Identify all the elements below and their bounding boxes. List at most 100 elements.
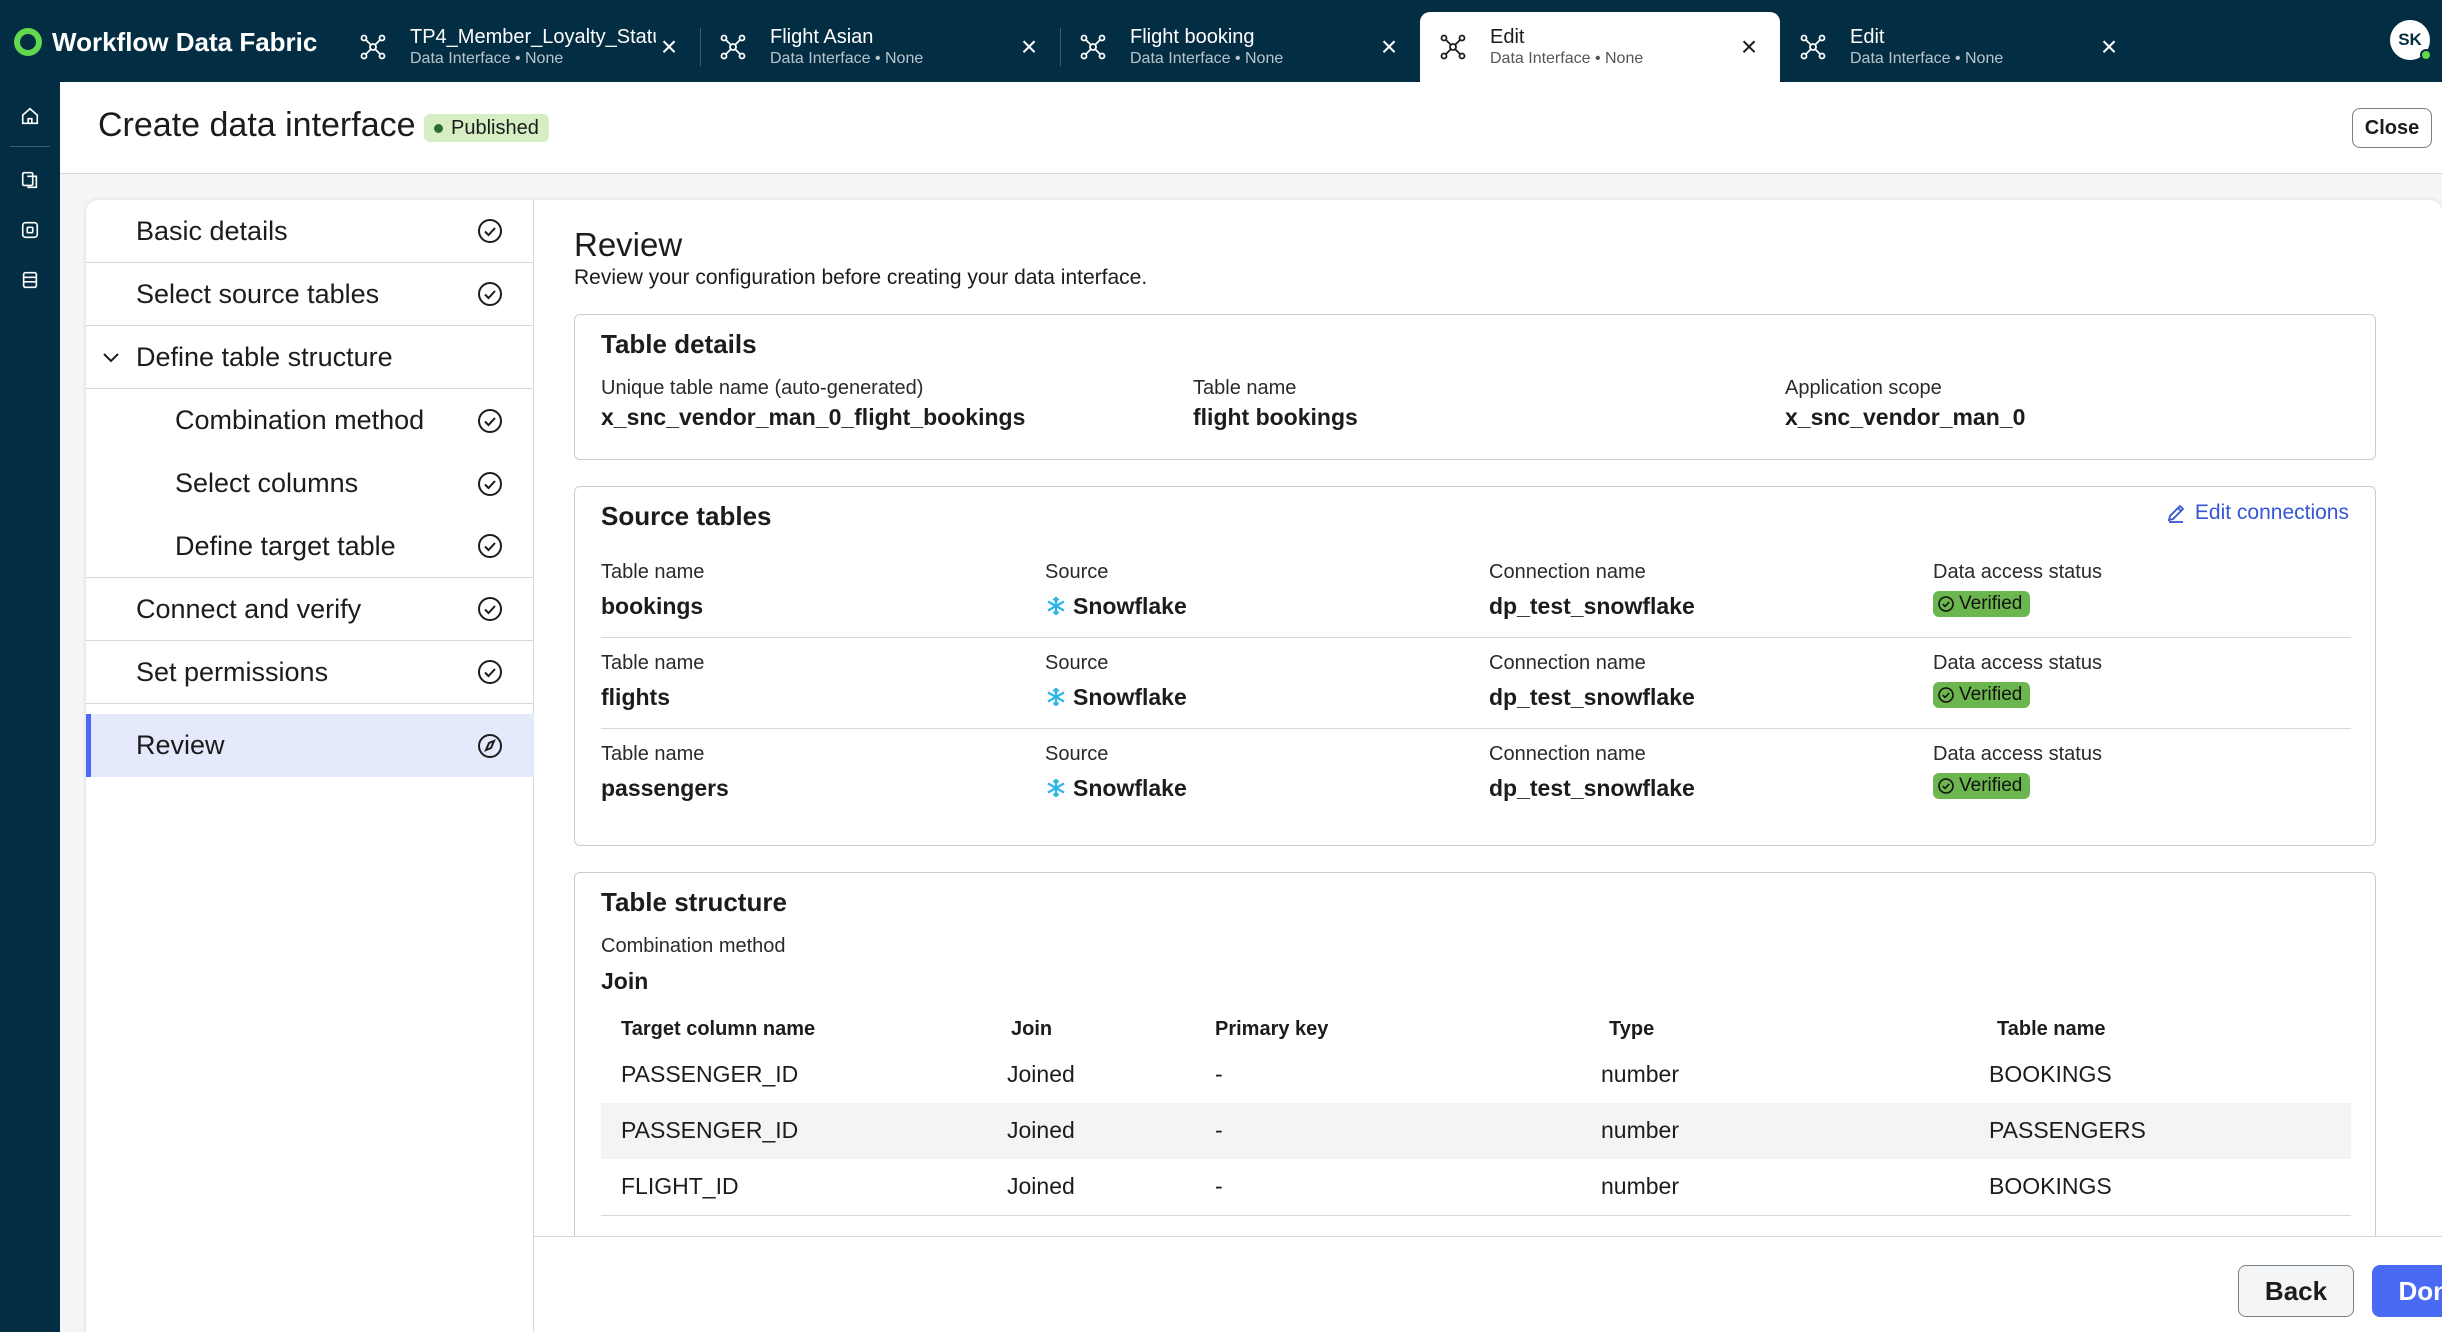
cell: FLIGHT_ID: [621, 1173, 739, 1199]
source-name: Snowflake: [1073, 684, 1187, 710]
done-button[interactable]: Done: [2372, 1265, 2442, 1317]
app-scope-value: x_snc_vendor_man_0: [1785, 404, 2026, 430]
back-button[interactable]: Back: [2238, 1265, 2354, 1317]
tab-subtitle: Data Interface • None: [1490, 50, 1644, 67]
status-badge: Published: [424, 114, 549, 142]
column-header[interactable]: Table name: [1997, 1018, 2106, 1041]
close-icon[interactable]: ×: [1016, 33, 1042, 61]
status-label: Data access status: [1933, 743, 2102, 765]
snowflake-icon: [1047, 688, 1065, 706]
tab-flight-asian[interactable]: Flight Asian Data Interface • None ×: [700, 12, 1060, 82]
avatar[interactable]: SK: [2390, 20, 2432, 61]
check-circle-icon: [1938, 687, 1954, 703]
step-select-columns[interactable]: Select columns: [86, 452, 534, 515]
brand[interactable]: Workflow Data Fabric: [14, 22, 317, 62]
review-title: Review: [574, 226, 683, 263]
cell: -: [1215, 1173, 1223, 1199]
source-value: Snowflake: [1045, 593, 1187, 620]
status-dot: [434, 123, 443, 133]
verified-badge: Verified: [1933, 682, 2031, 708]
source-value: Snowflake: [1045, 775, 1187, 802]
cell: PASSENGER_ID: [621, 1117, 799, 1143]
row-divider: [601, 728, 2351, 729]
tables-icon[interactable]: [14, 164, 46, 196]
row-divider: [601, 637, 2351, 638]
close-icon[interactable]: ×: [1736, 33, 1762, 61]
table-row: FLIGHT_ID Joined - number BOOKINGS: [601, 1159, 2351, 1215]
table-name-label: Table name: [1193, 377, 1297, 399]
left-rail: [0, 82, 60, 1332]
check-circle-icon: [478, 471, 502, 496]
page-title: Create data interface: [98, 106, 416, 144]
data-icon[interactable]: [14, 214, 46, 246]
step-review[interactable]: Review: [86, 714, 534, 777]
wizard-footer: Back Done: [534, 1236, 2442, 1332]
tab-title: Flight Asian: [770, 26, 874, 48]
step-define-target-table[interactable]: Define target table: [86, 515, 534, 578]
review-content: Review Review your configuration before …: [534, 200, 2442, 1236]
tab-subtitle: Data Interface • None: [410, 50, 564, 67]
tab-edit-active[interactable]: Edit Data Interface • None ×: [1420, 12, 1780, 82]
check-circle-icon: [478, 534, 502, 558]
data-interface-icon: [1440, 34, 1466, 60]
close-icon[interactable]: ×: [2096, 33, 2122, 61]
tab-edit[interactable]: Edit Data Interface • None ×: [1780, 12, 2140, 82]
close-button[interactable]: Close: [2352, 108, 2432, 148]
verified-label: Verified: [1959, 775, 2023, 796]
tab-flight-booking[interactable]: Flight booking Data Interface • None ×: [1060, 12, 1420, 82]
database-icon[interactable]: [14, 264, 46, 296]
verified-badge: Verified: [1933, 773, 2031, 799]
tab-bar: TP4_Member_Loyalty_Status Data Interface…: [340, 12, 2140, 82]
column-header[interactable]: Type: [1609, 1018, 1654, 1041]
close-icon[interactable]: ×: [1376, 33, 1402, 61]
step-set-permissions[interactable]: Set permissions: [86, 641, 534, 704]
column-header[interactable]: Primary key: [1215, 1018, 1328, 1041]
cell: BOOKINGS: [1989, 1061, 2112, 1087]
tab-tp4-member-loyalty[interactable]: TP4_Member_Loyalty_Status Data Interface…: [340, 12, 700, 82]
page-header: Create data interface Published Close: [60, 82, 2442, 174]
step-basic-details[interactable]: Basic details: [86, 200, 534, 263]
table-name-label: Table name: [601, 652, 705, 674]
source-value: Snowflake: [1045, 684, 1187, 711]
column-header[interactable]: Target column name: [621, 1018, 815, 1041]
cell: -: [1215, 1061, 1223, 1087]
edit-connections-label: Edit connections: [2194, 501, 2349, 524]
step-label: Set permissions: [136, 656, 329, 687]
snowflake-icon: [1047, 779, 1065, 797]
verified-label: Verified: [1959, 593, 2023, 614]
combination-method-label: Combination method: [601, 935, 786, 957]
app-scope-label: Application scope: [1785, 377, 1942, 399]
step-label: Basic details: [136, 215, 288, 246]
data-interface-icon: [720, 34, 746, 60]
step-combination-method[interactable]: Combination method: [86, 389, 534, 452]
close-icon[interactable]: ×: [656, 33, 682, 61]
table-name-label: Table name: [601, 561, 705, 583]
connection-value: dp_test_snowflake: [1489, 593, 1695, 619]
cell: Joined: [1007, 1117, 1075, 1143]
tab-title: Edit: [1850, 26, 1885, 48]
combination-method-value: Join: [601, 968, 649, 994]
source-table-name: flights: [601, 684, 670, 710]
top-bar: Workflow Data Fabric TP4_Member_Loyalty_…: [0, 0, 2442, 82]
column-header[interactable]: Join: [1011, 1018, 1052, 1041]
in-progress-icon: [478, 733, 502, 758]
data-interface-icon: [1080, 34, 1106, 60]
step-select-source-tables[interactable]: Select source tables: [86, 263, 534, 326]
table-details-panel: Table details Unique table name (auto-ge…: [574, 314, 2376, 460]
step-define-table-structure[interactable]: Define table structure: [86, 326, 534, 389]
cell: number: [1601, 1061, 1679, 1087]
pencil-icon: [2167, 504, 2185, 523]
panel-title: Table details: [601, 329, 757, 359]
step-label: Define target table: [175, 530, 396, 561]
table-row: PASSENGER_ID Joined - number BOOKINGS: [601, 1047, 2351, 1103]
step-connect-and-verify[interactable]: Connect and verify: [86, 578, 534, 641]
home-icon[interactable]: [14, 100, 46, 132]
edit-connections-link[interactable]: Edit connections: [2165, 501, 2349, 525]
check-circle-icon: [478, 408, 502, 433]
connection-label: Connection name: [1489, 743, 1646, 765]
tab-subtitle: Data Interface • None: [1130, 50, 1284, 67]
chevron-down-icon[interactable]: [100, 346, 122, 368]
brand-name: Workflow Data Fabric: [52, 26, 318, 57]
rail-divider: [10, 146, 50, 147]
panel-title: Source tables: [601, 501, 772, 531]
